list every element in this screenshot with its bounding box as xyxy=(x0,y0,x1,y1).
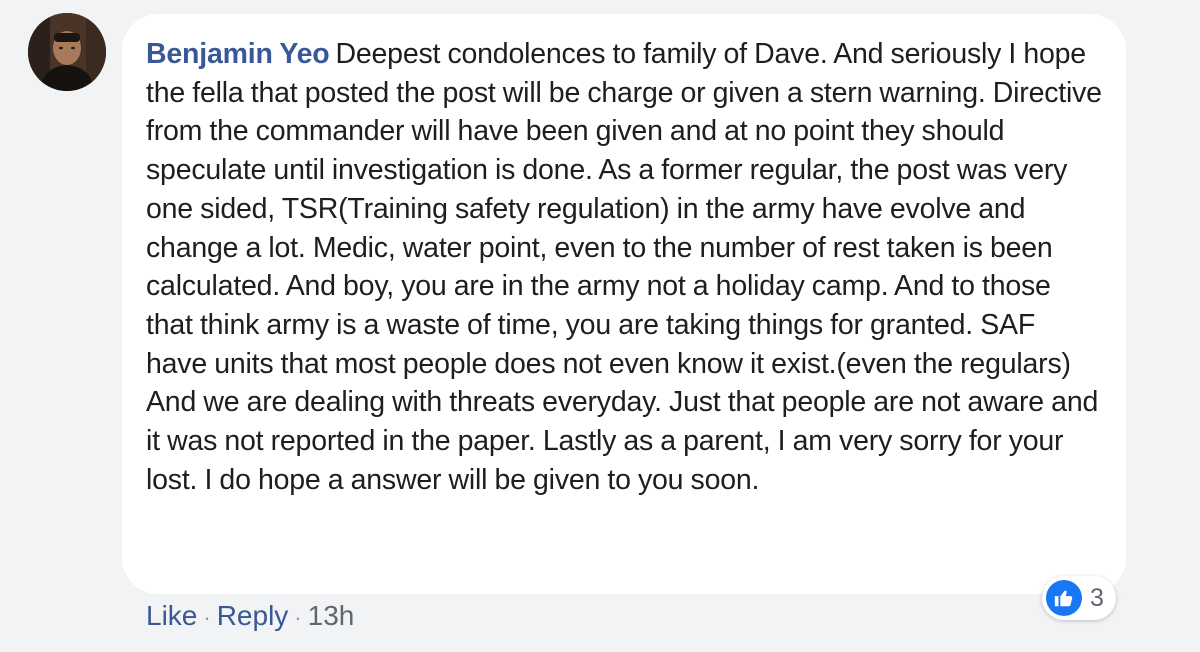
thumbs-up-icon xyxy=(1046,580,1082,616)
avatar-photo xyxy=(28,13,106,91)
avatar[interactable] xyxy=(28,13,106,91)
comment-actions: Like · Reply · 13h xyxy=(146,600,354,632)
author-name-link[interactable]: Benjamin Yeo xyxy=(146,38,330,70)
reaction-count: 3 xyxy=(1090,583,1104,612)
separator-dot: · xyxy=(203,605,211,630)
comment: Benjamin Yeo Deepest condolences to famil… xyxy=(0,0,1200,652)
separator-dot: · xyxy=(294,605,302,630)
reactions-summary[interactable]: 3 xyxy=(1042,576,1116,620)
timestamp[interactable]: 13h xyxy=(308,600,355,631)
comment-bubble: Benjamin Yeo Deepest condolences to famil… xyxy=(122,14,1126,594)
comment-text: Deepest condolences to family of Dave. A… xyxy=(146,38,1102,496)
reply-button[interactable]: Reply xyxy=(217,600,289,631)
like-button[interactable]: Like xyxy=(146,600,197,631)
comment-body: Benjamin Yeo Deepest condolences to famil… xyxy=(146,35,1102,499)
